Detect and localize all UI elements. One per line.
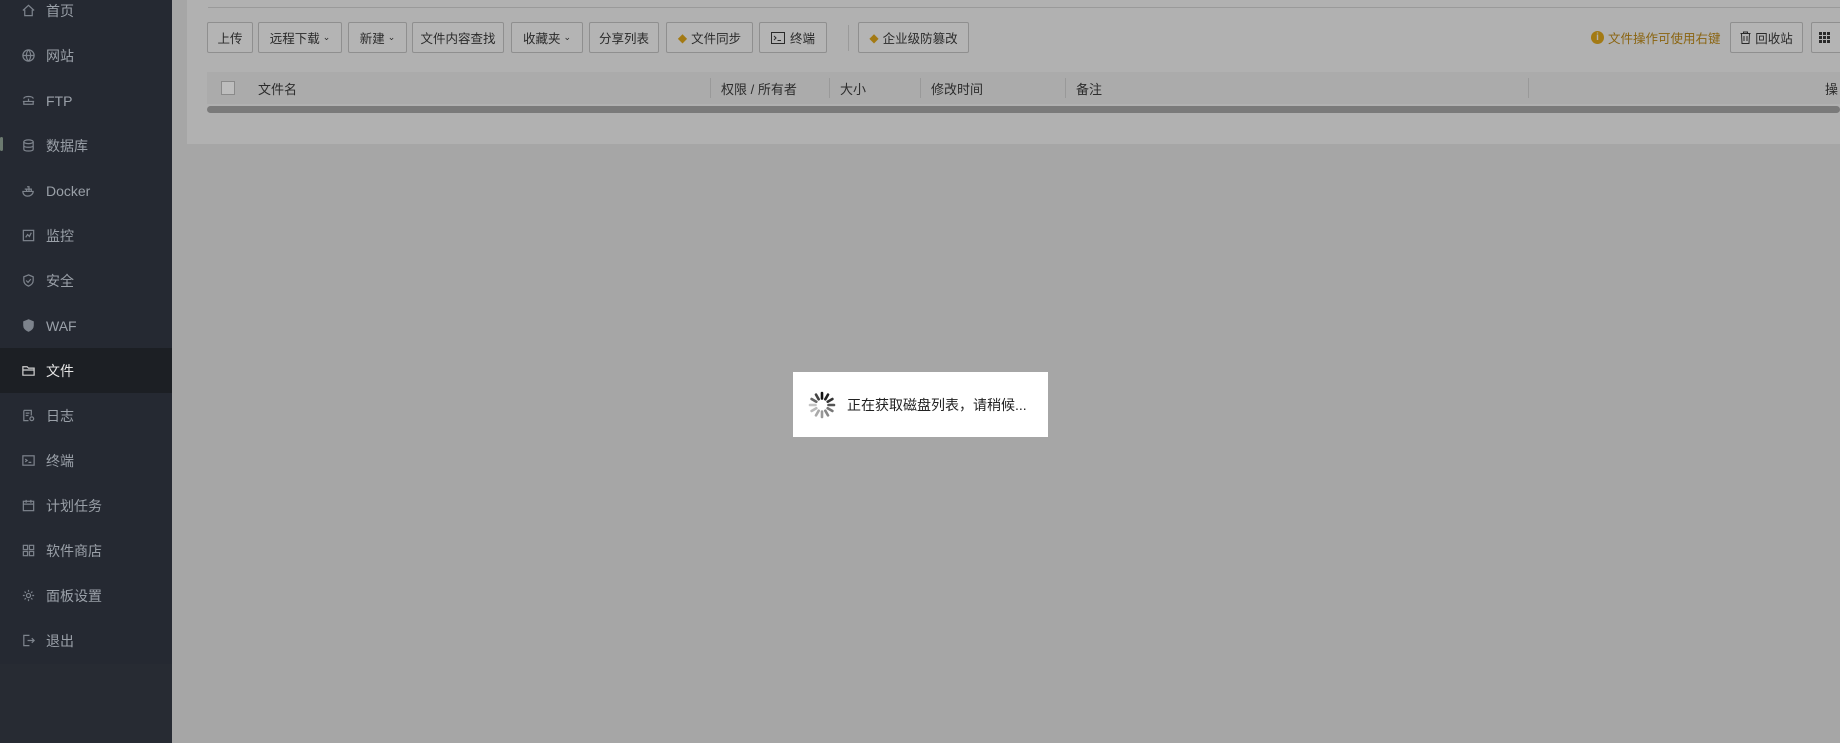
chevron-down-icon: ⌄: [387, 32, 396, 42]
sidebar-item-cron[interactable]: 计划任务: [0, 483, 172, 528]
select-all-checkbox[interactable]: [221, 81, 235, 95]
hint-text: 文件操作可使用右键: [1608, 32, 1721, 46]
shield-icon: [20, 273, 36, 289]
sidebar-item-appstore[interactable]: 软件商店: [0, 528, 172, 573]
diamond-icon: ◆: [677, 30, 688, 45]
sidebar-item-label: 文件: [46, 362, 74, 379]
sidebar-item-website[interactable]: 网站: [0, 33, 172, 78]
gear-icon: [20, 588, 36, 604]
sidebar-item-label: 退出: [46, 632, 74, 649]
column-size[interactable]: 大小: [840, 72, 866, 104]
column-filename[interactable]: 文件名: [258, 72, 297, 104]
grid-icon: [1818, 32, 1830, 43]
log-icon: [20, 408, 36, 424]
terminal-button[interactable]: 终端: [759, 22, 827, 53]
column-permission[interactable]: 权限 / 所有者: [721, 72, 797, 104]
globe-icon: [20, 48, 36, 64]
sidebar-item-label: WAF: [46, 317, 77, 334]
sidebar-item-waf[interactable]: WAF: [0, 303, 172, 348]
loading-dialog: 正在获取磁盘列表，请稍候...: [793, 372, 1048, 437]
column-divider: [920, 78, 921, 98]
sidebar-item-logout[interactable]: 退出: [0, 618, 172, 663]
column-divider: [1065, 78, 1066, 98]
file-sync-label: 文件同步: [691, 32, 742, 46]
waf-icon: [20, 318, 36, 334]
content-search-label: 文件内容查找: [420, 32, 496, 46]
sidebar-item-settings[interactable]: 面板设置: [0, 573, 172, 618]
sidebar-item-label: 终端: [46, 452, 74, 469]
favorites-label: 收藏夹: [522, 32, 561, 46]
column-remark[interactable]: 备注: [1076, 72, 1102, 104]
folder-icon: [20, 363, 36, 379]
column-actions: 操: [1825, 81, 1839, 97]
info-icon: i: [1591, 31, 1604, 44]
chevron-down-icon: ⌄: [322, 32, 331, 42]
terminal-label: 终端: [789, 32, 815, 46]
sidebar: 首页 网站 FTP 数据库 Docker 监控 安全 WAF 文件 日志 终端: [0, 0, 172, 743]
sidebar-item-label: 安全: [46, 272, 74, 289]
toolbar-separator: [848, 25, 849, 51]
trash-icon: [1740, 31, 1751, 44]
calendar-icon: [20, 498, 36, 514]
loading-text: 正在获取磁盘列表，请稍候...: [847, 396, 1027, 413]
favorites-button[interactable]: 收藏夹 ⌄: [511, 22, 583, 53]
recycle-bin-button[interactable]: 回收站: [1730, 22, 1803, 53]
sidebar-item-label: Docker: [46, 182, 91, 199]
sidebar-item-label: 日志: [46, 407, 74, 424]
tamper-proof-label: 企业级防篡改: [882, 32, 958, 46]
chevron-down-icon: ⌄: [563, 32, 572, 42]
file-table-header: 文件名 权限 / 所有者 大小 修改时间 备注 操: [207, 72, 1840, 104]
logout-icon: [20, 633, 36, 649]
home-icon: [20, 3, 36, 19]
docker-icon: [20, 183, 36, 199]
sidebar-item-logs[interactable]: 日志: [0, 393, 172, 438]
horizontal-scrollbar[interactable]: [207, 106, 1840, 113]
database-icon: [20, 138, 36, 154]
sidebar-item-label: 网站: [46, 47, 74, 64]
sidebar-item-label: 计划任务: [46, 497, 102, 514]
sidebar-item-home[interactable]: 首页: [0, 0, 172, 33]
right-click-hint: i 文件操作可使用右键: [1591, 22, 1721, 53]
column-divider: [829, 78, 830, 98]
sidebar-item-label: 软件商店: [46, 542, 102, 559]
new-label: 新建: [359, 32, 385, 46]
sidebar-item-label: FTP: [46, 92, 73, 109]
sidebar-item-database[interactable]: 数据库: [0, 123, 172, 168]
sidebar-item-label: 监控: [46, 227, 74, 244]
column-divider: [710, 78, 711, 98]
spinner-icon: [808, 391, 836, 418]
new-button[interactable]: 新建 ⌄: [348, 22, 407, 53]
sidebar-item-terminal[interactable]: 终端: [0, 438, 172, 483]
sidebar-item-label: 首页: [46, 2, 74, 19]
column-modified[interactable]: 修改时间: [931, 72, 983, 104]
monitor-icon: [20, 228, 36, 244]
sidebar-item-security[interactable]: 安全: [0, 258, 172, 303]
apps-icon: [20, 543, 36, 559]
file-sync-button[interactable]: ◆ 文件同步: [666, 22, 753, 53]
column-divider: [1528, 78, 1529, 98]
ftp-icon: [20, 93, 36, 109]
remote-download-button[interactable]: 远程下载 ⌄: [258, 22, 342, 53]
remote-download-label: 远程下载: [269, 32, 320, 46]
sidebar-item-monitor[interactable]: 监控: [0, 213, 172, 258]
view-toggle-button[interactable]: [1811, 22, 1840, 53]
sidebar-item-docker[interactable]: Docker: [0, 168, 172, 213]
divider: [208, 7, 1840, 8]
sidebar-item-label: 面板设置: [46, 587, 102, 604]
upload-label: 上传: [217, 32, 243, 46]
sidebar-item-files[interactable]: 文件: [0, 348, 172, 393]
terminal-icon: [770, 31, 785, 44]
sidebar-item-label: 数据库: [46, 137, 88, 154]
diamond-icon: ◆: [869, 30, 879, 45]
sidebar-item-ftp[interactable]: FTP: [0, 78, 172, 123]
upload-button[interactable]: 上传: [207, 22, 253, 53]
sidebar-footer: [0, 664, 172, 743]
content-search-button[interactable]: 文件内容查找: [412, 22, 504, 53]
tamper-proof-button[interactable]: ◆ 企业级防篡改: [858, 22, 969, 53]
share-list-label: 分享列表: [598, 32, 649, 46]
terminal-icon: [20, 453, 36, 469]
recycle-bin-label: 回收站: [1755, 32, 1793, 46]
share-list-button[interactable]: 分享列表: [589, 22, 659, 53]
